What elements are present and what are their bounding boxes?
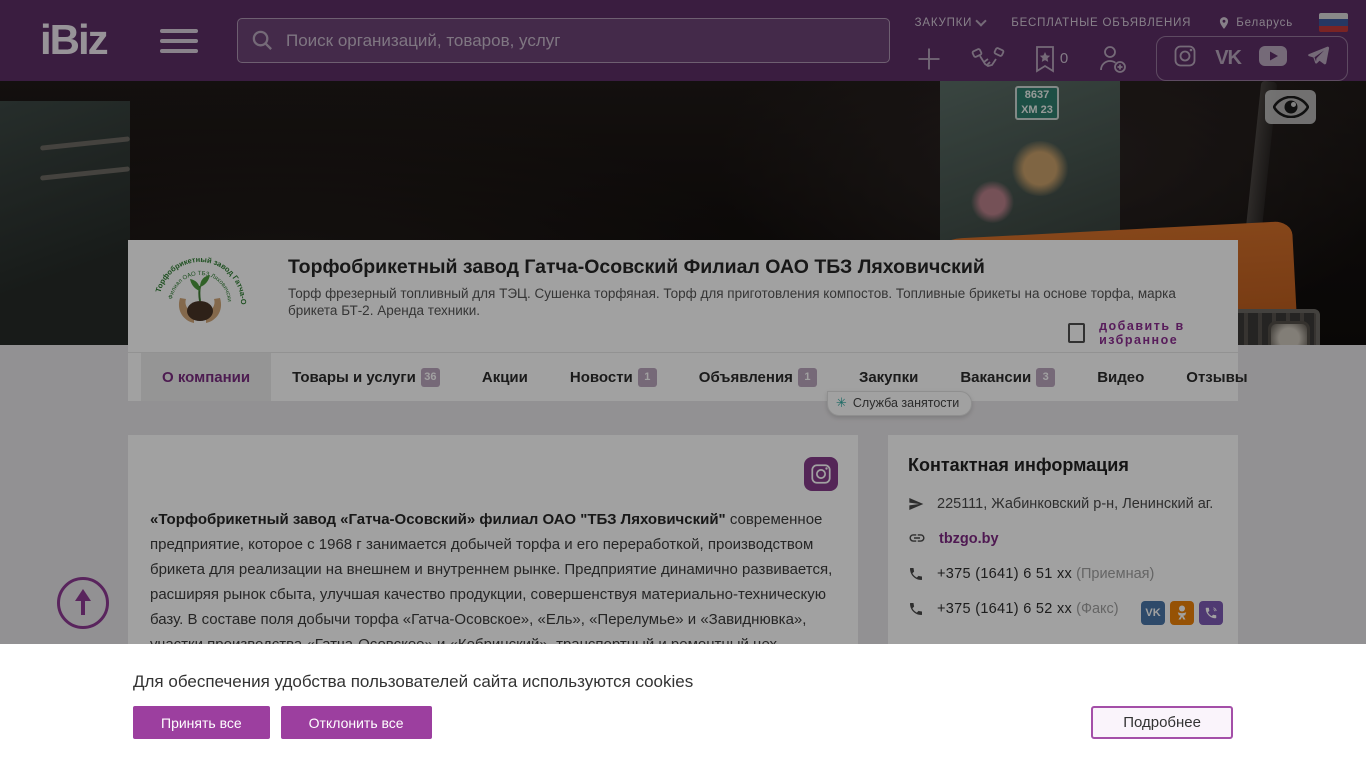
cookie-consent-banner: Для обеспечения удобства пользователей с… [0,644,1366,768]
decline-all-button[interactable]: Отклонить все [280,706,432,739]
cookie-message: Для обеспечения удобства пользователей с… [133,672,694,691]
cookie-details-button[interactable]: Подробнее [1091,706,1233,739]
accept-all-button[interactable]: Принять все [133,706,270,739]
